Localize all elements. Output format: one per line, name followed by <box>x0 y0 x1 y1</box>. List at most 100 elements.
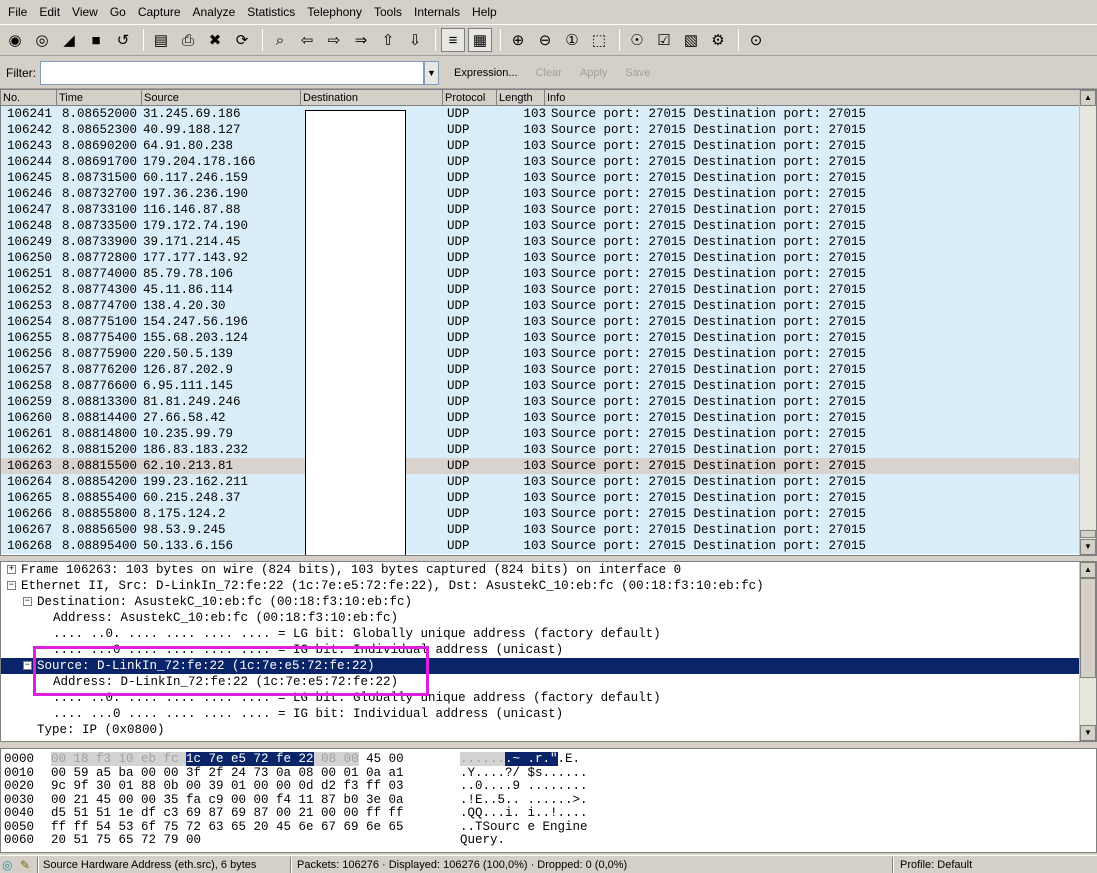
packet-row[interactable]: 106249 8.08733900 39.171.214.45 UDP 103 Sourc… <box>1 234 1079 250</box>
packet-row[interactable]: 106246 8.08732700 197.36.236.190 UDP 103 Sour… <box>1 186 1079 202</box>
scroll-down-button[interactable]: ▼ <box>1080 725 1096 741</box>
packet-row[interactable]: 106252 8.08774300 45.11.86.114 UDP 103 Source… <box>1 282 1079 298</box>
open-file-icon[interactable]: ▤ <box>149 28 173 52</box>
collapse-icon[interactable]: − <box>7 581 16 590</box>
packet-row[interactable]: 106257 8.08776200 126.87.202.9 UDP 103 Source… <box>1 362 1079 378</box>
packet-row[interactable]: 106245 8.08731500 60.117.246.159 UDP 103 Sour… <box>1 170 1079 186</box>
packet-row[interactable]: 106255 8.08775400 155.68.203.124 UDP 103 Sour… <box>1 330 1079 346</box>
packet-row[interactable]: 106261 8.08814800 10.235.99.79 UDP 103 Source… <box>1 426 1079 442</box>
menu-capture[interactable]: Capture <box>132 0 187 24</box>
packet-row[interactable]: 106266 8.08855800 8.175.124.2 UDP 103 Source … <box>1 506 1079 522</box>
packet-row[interactable]: 106256 8.08775900 220.50.5.139 UDP 103 Source… <box>1 346 1079 362</box>
close-file-icon[interactable]: ✖ <box>203 28 227 52</box>
column-header-time[interactable]: Time <box>57 90 142 106</box>
column-header-destination[interactable]: Destination <box>301 90 443 106</box>
preferences-icon[interactable]: ⚙ <box>706 28 730 52</box>
packet-row[interactable]: 106241 8.08652000 31.245.69.186 UDP 103 Sourc… <box>1 106 1079 122</box>
packet-row[interactable]: 106263 8.08815500 62.10.213.81 UDP 103 Source… <box>1 458 1079 474</box>
go-first-icon[interactable]: ⇧ <box>376 28 400 52</box>
packet-row[interactable]: 106248 8.08733500 179.172.74.190 UDP 103 Sour… <box>1 218 1079 234</box>
auto-scroll-icon[interactable]: ▦ <box>468 28 492 52</box>
list-interfaces-icon[interactable]: ◉ <box>3 28 27 52</box>
packet-list-scrollbar[interactable]: ▲ ▼ <box>1079 90 1096 555</box>
scroll-down-button[interactable]: ▼ <box>1080 539 1096 555</box>
collapse-icon[interactable]: − <box>23 661 32 670</box>
detail-tree-item[interactable]: − Ethernet II, Src: D-LinkIn_72:fe:22 (1c… <box>1 578 1079 594</box>
menu-file[interactable]: File <box>2 0 33 24</box>
collapse-icon[interactable]: − <box>23 597 32 606</box>
packet-row[interactable]: 106264 8.08854200 199.23.162.211 UDP 103 Sour… <box>1 474 1079 490</box>
packet-row[interactable]: 106243 8.08690200 64.91.80.238 UDP 103 Source… <box>1 138 1079 154</box>
details-scrollbar[interactable]: ▲ ▼ <box>1079 562 1096 741</box>
stop-capture-icon[interactable]: ■ <box>84 28 108 52</box>
packet-row[interactable]: 106242 8.08652300 40.99.188.127 UDP 103 Sourc… <box>1 122 1079 138</box>
find-packet-icon[interactable]: ⌕ <box>268 28 292 52</box>
menu-statistics[interactable]: Statistics <box>241 0 301 24</box>
restart-capture-icon[interactable]: ↺ <box>111 28 135 52</box>
filter-dropdown-button[interactable]: ▼ <box>424 60 439 85</box>
zoom-in-icon[interactable]: ⊕ <box>506 28 530 52</box>
expand-icon[interactable]: + <box>7 565 16 574</box>
go-to-packet-icon[interactable]: ⇒ <box>349 28 373 52</box>
coloring-rules-icon[interactable]: ▧ <box>679 28 703 52</box>
packet-row[interactable]: 106265 8.08855400 60.215.248.37 UDP 103 Sourc… <box>1 490 1079 506</box>
status-profile[interactable]: Profile: Default <box>900 858 972 872</box>
column-header-info[interactable]: Info <box>545 90 1079 106</box>
detail-tree-item[interactable]: Type: IP (0x0800) <box>1 722 1079 738</box>
column-header-length[interactable]: Length <box>497 90 545 106</box>
menu-go[interactable]: Go <box>104 0 132 24</box>
scroll-up-button[interactable]: ▲ <box>1080 562 1096 578</box>
menu-edit[interactable]: Edit <box>33 0 66 24</box>
packet-row[interactable]: 106247 8.08733100 116.146.87.88 UDP 103 Sourc… <box>1 202 1079 218</box>
menu-internals[interactable]: Internals <box>408 0 466 24</box>
zoom-out-icon[interactable]: ⊖ <box>533 28 557 52</box>
colorize-icon[interactable]: ≡ <box>441 28 465 52</box>
packet-row[interactable]: 106260 8.08814400 27.66.58.42 UDP 103 Source … <box>1 410 1079 426</box>
go-back-icon[interactable]: ⇦ <box>295 28 319 52</box>
capture-comment-icon[interactable]: ✎ <box>20 858 30 872</box>
display-filters-icon[interactable]: ☑ <box>652 28 676 52</box>
clear-button[interactable]: Clear <box>527 67 571 79</box>
menu-telephony[interactable]: Telephony <box>301 0 368 24</box>
start-capture-icon[interactable]: ◢ <box>57 28 81 52</box>
expert-info-icon[interactable]: ◎ <box>2 858 12 872</box>
go-last-icon[interactable]: ⇩ <box>403 28 427 52</box>
packet-row[interactable]: 106253 8.08774700 138.4.20.30 UDP 103 Source … <box>1 298 1079 314</box>
packet-row[interactable]: 106244 8.08691700 179.204.178.166 UDP 103 Sou… <box>1 154 1079 170</box>
detail-tree-item[interactable]: .... ..0. .... .... .... .... = LG bit: … <box>1 626 1079 642</box>
detail-tree-item[interactable]: + Frame 106263: 103 bytes on wire (824 bi… <box>1 562 1079 578</box>
packet-row[interactable]: 106267 8.08856500 98.53.9.245 UDP 103 Source … <box>1 522 1079 538</box>
menu-analyze[interactable]: Analyze <box>187 0 242 24</box>
packet-row[interactable]: 106251 8.08774000 85.79.78.106 UDP 103 Source… <box>1 266 1079 282</box>
scroll-up-button[interactable]: ▲ <box>1080 90 1096 106</box>
scroll-thumb[interactable] <box>1080 578 1096 678</box>
display-filter-input[interactable] <box>40 60 424 85</box>
packet-row[interactable]: 106254 8.08775100 154.247.56.196 UDP 103 Sour… <box>1 314 1079 330</box>
menu-tools[interactable]: Tools <box>368 0 408 24</box>
hex-ascii[interactable]: Query. <box>460 832 505 848</box>
detail-tree-item[interactable]: Address: AsustekC_10:eb:fc (00:18:f3:10:… <box>1 610 1079 626</box>
packet-row[interactable]: 106268 8.08895400 50.133.6.156 UDP 103 Source… <box>1 538 1079 554</box>
go-forward-icon[interactable]: ⇨ <box>322 28 346 52</box>
column-header-protocol[interactable]: Protocol <box>443 90 497 106</box>
detail-tree-item[interactable]: − Destination: AsustekC_10:eb:fc (00:18:f… <box>1 594 1079 610</box>
expression-button[interactable]: Expression... <box>445 67 527 79</box>
reload-icon[interactable]: ⟳ <box>230 28 254 52</box>
zoom-normal-icon[interactable]: ① <box>560 28 584 52</box>
help-icon[interactable]: ⊙ <box>744 28 768 52</box>
detail-tree-item[interactable]: .... ...0 .... .... .... .... = IG bit: … <box>1 706 1079 722</box>
resize-columns-icon[interactable]: ⬚ <box>587 28 611 52</box>
save-button[interactable]: Save <box>616 67 659 79</box>
packet-row[interactable]: 106262 8.08815200 186.83.183.232 UDP 103 Sour… <box>1 442 1079 458</box>
save-file-icon[interactable]: ⎙ <box>176 28 200 52</box>
apply-button[interactable]: Apply <box>571 67 617 79</box>
packet-row[interactable]: 106250 8.08772800 177.177.143.92 UDP 103 Sour… <box>1 250 1079 266</box>
packet-row[interactable]: 106258 8.08776600 6.95.111.145 UDP 103 Source… <box>1 378 1079 394</box>
column-header-source[interactable]: Source <box>142 90 301 106</box>
column-header-no[interactable]: No. <box>1 90 57 106</box>
scroll-thumb[interactable] <box>1080 530 1096 538</box>
packet-row[interactable]: 106259 8.08813300 81.81.249.246 UDP 103 Sourc… <box>1 394 1079 410</box>
hex-bytes[interactable]: 20 51 75 65 72 79 00 <box>51 832 201 848</box>
capture-options-icon[interactable]: ◎ <box>30 28 54 52</box>
menu-help[interactable]: Help <box>466 0 503 24</box>
